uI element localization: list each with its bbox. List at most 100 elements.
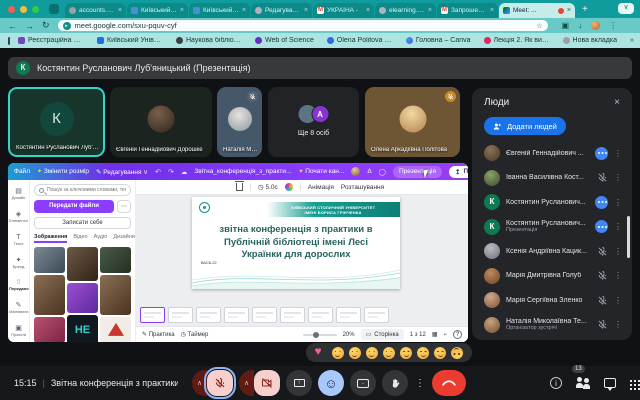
slide-thumbnail[interactable] xyxy=(308,307,333,323)
slide-thumbnail[interactable] xyxy=(336,307,361,323)
notes-button[interactable]: ✎ Практика xyxy=(142,331,175,338)
profile-avatar[interactable] xyxy=(591,21,600,30)
meeting-details-icon[interactable]: i xyxy=(550,377,562,389)
browser-menu-icon[interactable]: ⋮ xyxy=(609,21,617,30)
bookmark[interactable]: Лекція 2. Як визн... xyxy=(484,37,550,44)
camera-control[interactable]: ∧ xyxy=(239,370,280,396)
download-icon[interactable]: ↓ xyxy=(578,21,582,30)
participant-row-host[interactable]: Наталія Миколаївна Те... Організатор зус… xyxy=(472,313,632,338)
more-participants-tile[interactable]: А Ще 8 осіб xyxy=(268,87,359,157)
browser-tab[interactable]: M УКРАЇНА - × xyxy=(313,3,374,18)
participant-tile-active[interactable]: К Костянтин Русланович Луб'ян... xyxy=(8,87,105,157)
tab-close-icon[interactable]: × xyxy=(366,7,370,14)
rail-item-draw[interactable]: ✎Малювати xyxy=(8,297,30,319)
slide-canvas[interactable]: КИЇВСЬКИЙ СТОЛИЧНИЙ УНІВЕРСИТЕТ ІМЕНІ БО… xyxy=(136,195,468,304)
rail-item-text[interactable]: TТекст xyxy=(8,229,30,251)
resize-menu[interactable]: ✦ Змінити розмір xyxy=(37,168,89,175)
more-options-icon[interactable]: ⋮ xyxy=(414,378,426,389)
tab-overflow-button[interactable]: ∨ xyxy=(618,3,634,14)
browser-tab[interactable]: accounts.g... × xyxy=(65,3,126,18)
participant-menu-icon[interactable]: ⋮ xyxy=(614,271,622,280)
uploaded-image[interactable] xyxy=(100,275,131,315)
redo-icon[interactable]: ↷ xyxy=(168,168,174,176)
uploaded-image[interactable] xyxy=(34,317,65,342)
participant-row[interactable]: К Костянтин Русланович... ⋮ xyxy=(472,190,632,215)
slide-thumbnail[interactable] xyxy=(224,307,249,323)
browser-tab[interactable]: Київський с... × xyxy=(189,3,250,18)
participant-menu-icon[interactable]: ⋮ xyxy=(614,149,622,158)
slide-thumbnail[interactable] xyxy=(280,307,305,323)
activities-icon[interactable] xyxy=(630,380,632,382)
notifications-icon[interactable]: Δ xyxy=(367,168,371,175)
chat-toggle-icon[interactable] xyxy=(604,378,616,388)
participant-row[interactable]: Ксенія Андріївна Кацик... ⋮ xyxy=(472,239,632,264)
participant-row[interactable]: Євгеній Геннадійович ... ⋮ xyxy=(472,141,632,166)
uploaded-image-logo[interactable]: НЕ xyxy=(67,315,98,342)
reaction-thumbs-up[interactable] xyxy=(332,347,344,359)
delete-icon[interactable] xyxy=(236,183,243,191)
participant-menu-icon[interactable]: ⋮ xyxy=(614,320,622,329)
browser-tab[interactable]: Редагуван... × xyxy=(251,3,312,18)
uploaded-image[interactable] xyxy=(34,247,65,273)
help-icon[interactable]: ? xyxy=(453,330,462,339)
slide-thumbnail[interactable] xyxy=(364,307,389,323)
tab-close-icon[interactable]: × xyxy=(180,7,184,14)
search-input[interactable] xyxy=(47,187,126,193)
bookmark[interactable]: Web of Science xyxy=(255,37,314,44)
comments-icon[interactable]: ◯ xyxy=(379,168,386,176)
bookmark[interactable]: Головна – Canva xyxy=(406,37,471,44)
tab-close-icon[interactable]: × xyxy=(428,7,432,14)
raise-hand-button[interactable] xyxy=(382,370,408,396)
apps-icon[interactable] xyxy=(8,37,10,45)
bookmarks-overflow-icon[interactable]: » xyxy=(630,37,634,44)
animate-button[interactable]: Анімація xyxy=(308,184,334,191)
reaction-heart[interactable] xyxy=(315,347,327,359)
tab-close-icon[interactable]: × xyxy=(304,7,308,14)
browser-tab[interactable]: elearning.k... × xyxy=(375,3,436,18)
participant-tile[interactable]: Олена Аркадіївна Політова xyxy=(365,87,460,157)
timer-button[interactable]: ◷ Таймер xyxy=(181,331,209,338)
close-window-button[interactable] xyxy=(8,6,15,13)
reaction-thumbs-down[interactable] xyxy=(451,347,463,359)
reaction-clap[interactable] xyxy=(366,347,378,359)
participant-row[interactable]: Марія Дмитрівна Голуб ⋮ xyxy=(472,264,632,289)
participant-tile[interactable]: Наталія Мик... xyxy=(217,87,262,157)
bookmark[interactable]: Наукова бібліоте... xyxy=(176,37,242,44)
uploaded-image[interactable] xyxy=(67,283,98,313)
end-call-button[interactable] xyxy=(432,370,466,396)
new-tab-button[interactable]: + xyxy=(582,4,588,15)
page-button[interactable]: ▭Сторінка xyxy=(361,329,404,340)
editing-mode-menu[interactable]: ✎ Редагування ∨ xyxy=(96,168,148,176)
participant-tile[interactable]: Євгеній Геннадійович Дорошке xyxy=(110,87,212,157)
record-yourself-button[interactable]: Записати себе xyxy=(34,217,131,229)
reaction-thinking[interactable] xyxy=(434,347,446,359)
uploaded-image[interactable] xyxy=(100,247,131,273)
back-icon[interactable]: ← xyxy=(8,21,17,31)
browser-tab[interactable]: Київський с... × xyxy=(127,3,188,18)
uploads-search[interactable] xyxy=(34,184,131,196)
canva-user-avatar[interactable] xyxy=(351,167,360,176)
tab-designs[interactable]: Дизайни xyxy=(113,234,135,243)
slide-thumbnail[interactable] xyxy=(168,307,193,323)
uploaded-image[interactable] xyxy=(67,247,98,281)
present-button[interactable]: Презентація xyxy=(393,166,442,178)
tab-close-icon[interactable]: × xyxy=(118,7,122,14)
minimize-window-button[interactable] xyxy=(20,6,27,13)
tab-close-icon[interactable]: × xyxy=(567,7,571,14)
browser-tab-active[interactable]: Meet: ... × xyxy=(499,3,575,18)
rail-item-uploads[interactable]: ⇧Передано xyxy=(8,274,30,296)
participant-menu-icon[interactable]: ⋮ xyxy=(614,222,622,231)
mic-options-chevron[interactable]: ∧ xyxy=(192,370,207,396)
color-picker-icon[interactable] xyxy=(285,183,293,191)
participant-menu-icon[interactable]: ⋮ xyxy=(614,198,622,207)
add-people-button[interactable]: Додати людей xyxy=(484,117,566,135)
slide[interactable]: КИЇВСЬКИЙ СТОЛИЧНИЙ УНІВЕРСИТЕТ ІМЕНІ БО… xyxy=(192,197,400,289)
bookmark[interactable]: Київський Універ... xyxy=(97,37,163,44)
upload-more-button[interactable]: ⋯ xyxy=(117,200,131,213)
window-controls[interactable] xyxy=(8,6,39,13)
bookmark[interactable]: Olena Politova - W... xyxy=(327,37,393,44)
position-button[interactable]: Розташування xyxy=(341,184,384,191)
zoom-slider-knob[interactable] xyxy=(313,332,319,338)
slide-thumbnail[interactable] xyxy=(196,307,221,323)
bookmark[interactable]: Нова вкладка xyxy=(563,37,617,44)
